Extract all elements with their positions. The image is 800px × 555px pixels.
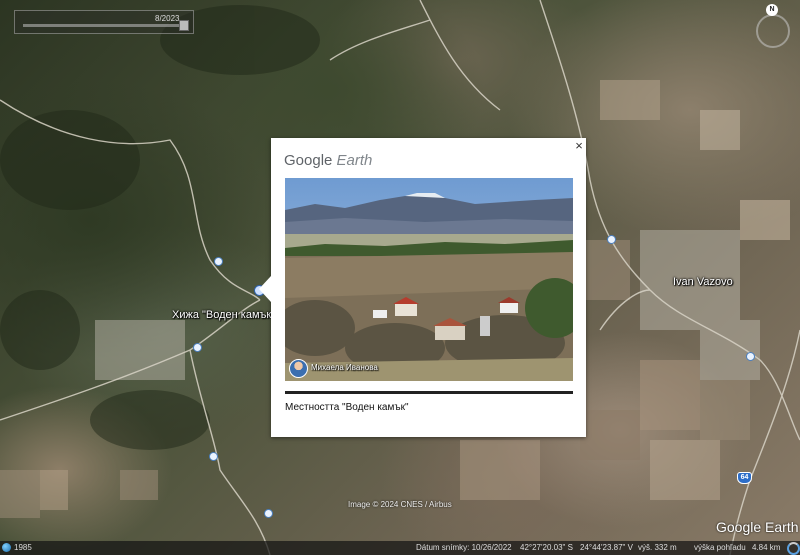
route-shield-icon: 64 xyxy=(737,472,752,484)
streaming-progress-icon xyxy=(787,542,800,555)
status-bar: 1985 Dátum snímky: 10/26/2022 42°27'20.0… xyxy=(0,541,800,555)
photo-author[interactable]: Михаела Иванова xyxy=(311,363,378,372)
longitude-readout: 24°44'23.87" V xyxy=(580,543,633,552)
globe-icon xyxy=(2,543,11,552)
view-distance: 4.84 km xyxy=(752,543,781,552)
google-earth-watermark: Google Earth xyxy=(716,519,799,535)
author-avatar[interactable] xyxy=(289,359,308,378)
navigation-compass[interactable]: N xyxy=(752,4,792,48)
timeline-track[interactable] xyxy=(23,24,183,27)
road-marker-icon xyxy=(193,343,202,352)
historical-imagery-slider[interactable]: 8/2023 xyxy=(14,10,194,34)
road-marker-icon xyxy=(264,509,273,518)
info-balloon: × Google Earth Михаела Иванова Местностт… xyxy=(259,138,586,437)
place-photo[interactable]: Михаела Иванова xyxy=(285,178,573,381)
place-label-village[interactable]: Ivan Vazovo xyxy=(673,276,733,288)
balloon-pointer xyxy=(259,276,271,302)
google-earth-logo: Google Earth xyxy=(284,152,372,169)
timeline-handle[interactable] xyxy=(179,20,189,31)
road-marker-icon xyxy=(746,352,755,361)
photo-divider xyxy=(285,391,573,394)
compass-ring[interactable] xyxy=(756,14,790,48)
logo-google-text: Google xyxy=(284,152,333,169)
imagery-date: Dátum snímky: 10/26/2022 xyxy=(416,543,512,552)
north-indicator[interactable]: N xyxy=(766,4,778,16)
latitude-readout: 42°27'20.03" S xyxy=(520,543,573,552)
landscape-photo xyxy=(285,178,573,381)
timeline-date: 8/2023 xyxy=(155,14,180,23)
road-marker-icon xyxy=(214,257,223,266)
photo-caption: Местността "Воден камък" xyxy=(285,402,409,413)
place-label-hut[interactable]: Хижа "Воден камък xyxy=(172,309,271,321)
road-marker-icon xyxy=(209,452,218,461)
status-year: 1985 xyxy=(14,543,32,552)
elevation-readout: výš. 332 m xyxy=(638,543,677,552)
imagery-attribution: Image © 2024 CNES / Airbus xyxy=(348,500,452,509)
road-marker-icon xyxy=(607,235,616,244)
close-icon[interactable]: × xyxy=(573,139,585,152)
logo-earth-text: Earth xyxy=(336,152,373,169)
view-altitude-label: výška pohľadu xyxy=(694,543,746,552)
